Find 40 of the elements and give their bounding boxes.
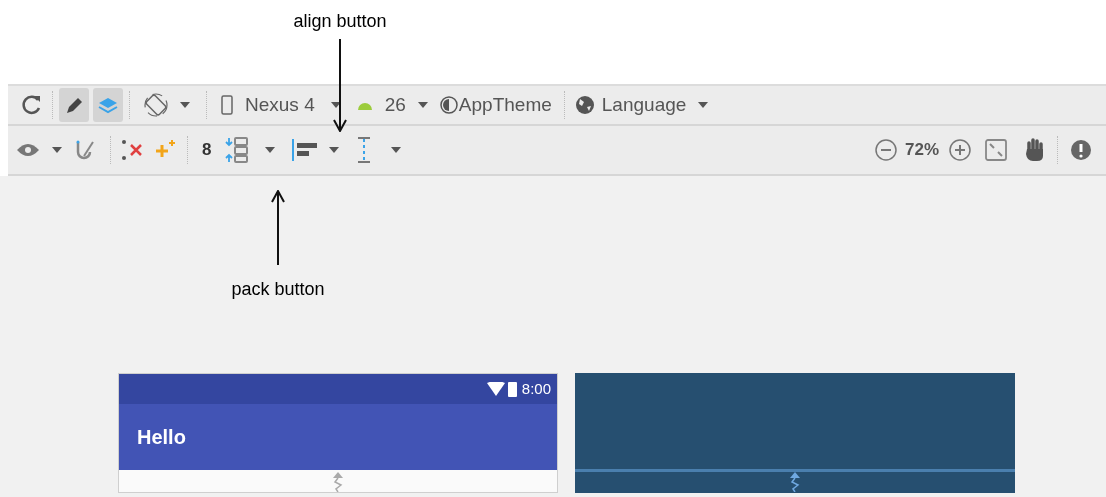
language-label[interactable]: Language bbox=[601, 90, 687, 120]
fit-screen-icon[interactable] bbox=[985, 139, 1007, 161]
zoom-level: 72% bbox=[904, 139, 939, 162]
design-mode-button[interactable] bbox=[59, 88, 89, 122]
dropdown-caret-icon[interactable] bbox=[265, 147, 276, 153]
dropdown-caret-icon[interactable] bbox=[391, 147, 402, 153]
constraint-spring-icon bbox=[789, 472, 801, 492]
theme-icon[interactable] bbox=[439, 96, 458, 114]
api-level-label[interactable]: 26 bbox=[384, 90, 406, 120]
zoom-out-icon[interactable] bbox=[874, 139, 897, 161]
annotation-label: align button bbox=[293, 10, 387, 33]
warning-icon[interactable] bbox=[1070, 139, 1092, 161]
phone-icon[interactable] bbox=[221, 95, 233, 115]
dropdown-caret-icon[interactable] bbox=[329, 147, 340, 153]
magnet-icon[interactable] bbox=[74, 140, 96, 160]
zoom-in-icon[interactable] bbox=[949, 139, 971, 161]
annotation-label: pack button bbox=[231, 278, 325, 301]
guideline-icon[interactable] bbox=[357, 136, 372, 164]
pack-icon[interactable] bbox=[225, 136, 250, 164]
align-icon[interactable] bbox=[291, 138, 320, 162]
rotate-icon[interactable] bbox=[144, 93, 168, 117]
constraint-spring-icon bbox=[332, 472, 344, 492]
globe-icon[interactable] bbox=[574, 95, 595, 115]
wifi-icon bbox=[486, 381, 505, 396]
battery-icon bbox=[507, 380, 517, 397]
dropdown-caret-icon[interactable] bbox=[180, 102, 190, 108]
device-label[interactable]: Nexus 4 bbox=[245, 90, 315, 120]
dropdown-caret-icon[interactable] bbox=[52, 147, 62, 153]
eye-icon[interactable] bbox=[16, 143, 40, 157]
refresh-icon[interactable] bbox=[20, 94, 42, 116]
status-time: 8:00 bbox=[521, 378, 551, 399]
clear-constraints-icon[interactable] bbox=[121, 139, 145, 161]
dropdown-caret-icon[interactable] bbox=[417, 102, 428, 108]
dropdown-caret-icon[interactable] bbox=[330, 102, 341, 108]
layers-icon bbox=[97, 95, 119, 115]
hand-icon[interactable] bbox=[1025, 138, 1045, 162]
theme-label[interactable]: AppTheme bbox=[458, 90, 552, 120]
app-title: Hello bbox=[137, 424, 186, 450]
dropdown-caret-icon[interactable] bbox=[698, 102, 709, 108]
default-margin-label[interactable]: 8 bbox=[202, 137, 212, 163]
